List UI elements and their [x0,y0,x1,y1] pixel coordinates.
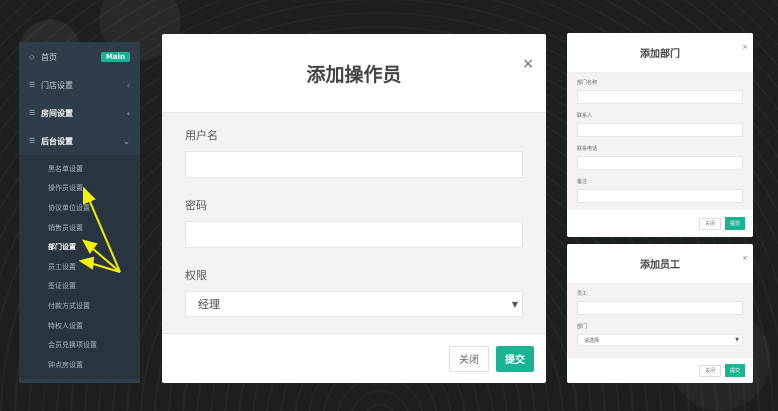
sidebar-item-visa[interactable]: 签证设置 [19,277,140,297]
username-input[interactable] [185,151,523,178]
employee-input[interactable] [577,301,743,315]
sidebar-item-label: 首页 [41,52,57,62]
permission-label: 权限 [185,269,207,282]
close-icon[interactable]: × [742,43,748,51]
modal-title: 添加操作员 [306,63,402,86]
sidebar-item-privileged-person[interactable]: 特权人设置 [19,316,140,336]
modal-footer: 关闭 提交 [567,209,753,237]
modal-header: 添加员工 × [567,244,753,284]
menu-icon: ☰ [29,109,36,117]
sidebar-item-agreement-unit[interactable]: 协议单位设置 [19,198,140,218]
close-button[interactable]: 关闭 [698,217,721,230]
menu-icon: ☰ [29,137,36,145]
phone-label: 联系电话 [577,146,598,152]
sidebar-submenu: 黑名单设置 操作员设置 协议单位设置 销售员设置 部门设置 员工设置 签证设置 … [19,155,140,379]
sidebar: ◇ 首页 Main ☰ 门店设置 ‹ ☰ 房间设置 ‹ ☰ 后台设置 ⌄ 黑名单… [19,42,140,383]
chevron-left-icon: ‹ [126,108,130,118]
chevron-left-icon: ‹ [126,80,130,90]
add-operator-modal: 添加操作员 × 用户名 密码 权限 经理 ▼ 关闭 提交 [162,34,546,383]
modal-body: 部门名称 联系人 联系电话 备注 [567,73,753,209]
modal-footer: 关闭 提交 [162,333,546,383]
phone-input[interactable] [577,156,743,170]
submit-button[interactable]: 提交 [496,345,534,372]
department-label: 部门 [577,324,588,330]
sidebar-item-label: 后台设置 [41,136,73,146]
close-icon[interactable]: × [742,254,748,262]
submit-button[interactable]: 提交 [724,364,745,377]
modal-footer: 关闭 提交 [567,357,753,383]
modal-header: 添加操作员 × [162,34,546,113]
password-input[interactable] [185,221,523,248]
department-value: 请选择 [584,337,600,344]
permission-select[interactable]: 经理 ▼ [185,291,523,317]
modal-title: 添加员工 [640,260,680,271]
sidebar-item-department[interactable]: 部门设置 [19,237,140,257]
sidebar-item-hourly-room[interactable]: 钟点房设置 [19,355,140,375]
modal-body: 用户名 密码 权限 经理 ▼ [162,113,546,333]
add-employee-modal: 添加员工 × 员工 部门 请选择 ▼ 关闭 提交 [567,244,753,383]
remark-label: 备注 [577,179,588,185]
sidebar-item-member-redemption[interactable]: 会员兑换项设置 [19,335,140,355]
sidebar-item-room-settings[interactable]: ☰ 房间设置 ‹ [19,99,140,127]
username-label: 用户名 [185,129,218,142]
modal-title: 添加部门 [640,49,680,60]
contact-input[interactable] [577,123,743,137]
sidebar-item-salesperson[interactable]: 销售员设置 [19,218,140,238]
add-department-modal: 添加部门 × 部门名称 联系人 联系电话 备注 关闭 提交 [567,33,753,237]
dept-name-input[interactable] [577,90,743,104]
sidebar-item-operator[interactable]: 操作员设置 [19,179,140,199]
sidebar-item-blacklist[interactable]: 黑名单设置 [19,159,140,179]
employee-label: 员工 [577,291,588,297]
contact-label: 联系人 [577,113,593,119]
sidebar-item-label: 房间设置 [41,108,73,118]
caret-down-icon: ▼ [511,299,518,309]
submit-button[interactable]: 提交 [724,217,745,230]
sidebar-item-payment-method[interactable]: 付款方式设置 [19,296,140,316]
department-select[interactable]: 请选择 ▼ [577,334,743,346]
sidebar-item-label: 门店设置 [41,80,73,90]
password-label: 密码 [185,199,207,212]
sidebar-item-backend-settings[interactable]: ☰ 后台设置 ⌄ [19,127,140,155]
modal-body: 员工 部门 请选择 ▼ [567,284,753,357]
close-icon[interactable]: × [522,56,534,72]
dept-name-label: 部门名称 [577,80,598,86]
sidebar-item-store-settings[interactable]: ☰ 门店设置 ‹ [19,71,140,99]
caret-down-icon: ▼ [735,337,739,343]
permission-value: 经理 [198,298,220,311]
main-badge: Main [100,52,130,62]
remark-input[interactable] [577,189,743,203]
chevron-down-icon: ⌄ [123,136,130,146]
close-button[interactable]: 关闭 [449,345,489,372]
sidebar-item-employee[interactable]: 员工设置 [19,257,140,277]
modal-header: 添加部门 × [567,33,753,73]
diamond-icon: ◇ [29,53,35,61]
menu-icon: ☰ [29,81,36,89]
close-button[interactable]: 关闭 [698,364,721,377]
sidebar-item-home[interactable]: ◇ 首页 Main [19,43,140,71]
